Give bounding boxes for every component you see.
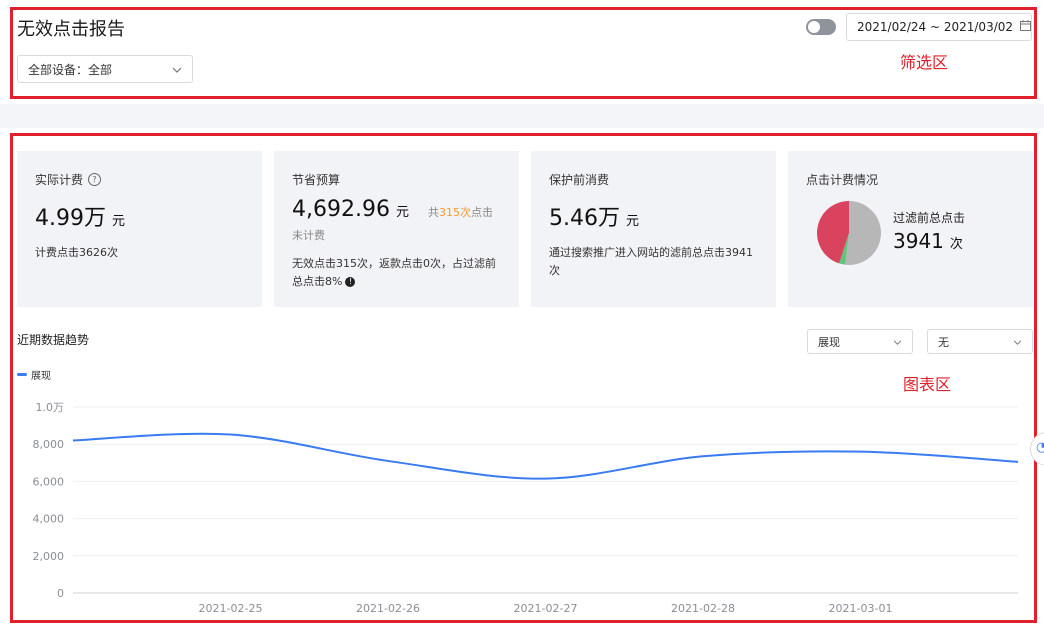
card-saved-budget: 节省预算 4,692.96元 共315次点击未计费 无效点击315次，返款点击0… [274, 151, 519, 307]
card-label: 点击计费情况 [806, 171, 1015, 188]
filter-region-label: 筛选区 [900, 49, 948, 73]
pie-label: 过滤前总点击 [893, 209, 965, 226]
y-tick-label: 4,000 [33, 513, 65, 526]
x-tick-label: 2021-02-26 [356, 602, 420, 615]
card-subnote-prefix: 共 [428, 206, 439, 219]
x-tick-label: 2021-02-25 [199, 602, 263, 615]
x-tick-label: 2021-02-28 [671, 602, 735, 615]
y-tick-label: 8,000 [33, 438, 65, 451]
series-line[interactable] [73, 434, 1018, 479]
trend-title: 近期数据趋势 [17, 331, 89, 348]
pie-value: 3941 [893, 229, 944, 253]
x-tick-label: 2021-03-01 [829, 602, 893, 615]
card-value: 4.99万 [35, 206, 106, 231]
legend-swatch [17, 373, 27, 376]
y-tick-label: 0 [57, 587, 64, 600]
page-title: 无效点击报告 [17, 15, 125, 41]
compare-select[interactable]: 无 [927, 329, 1033, 354]
card-unit: 元 [396, 205, 409, 220]
card-pre-protection-cost: 保护前消费 5.46万元 通过搜索推广进入网站的滤前总点击3941次 [531, 151, 776, 307]
card-unit: 元 [626, 214, 639, 229]
card-unit: 元 [112, 214, 125, 229]
x-tick-label: 2021-02-27 [514, 602, 578, 615]
card-click-billing: 点击计费情况 过滤前总点击 3941 次 [788, 151, 1033, 307]
pie-slice[interactable] [845, 201, 881, 265]
help-icon[interactable]: ? [88, 173, 101, 186]
chevron-down-icon [893, 335, 902, 348]
chevron-down-icon [172, 62, 182, 76]
chart-legend[interactable]: 展现 [17, 367, 51, 382]
card-value: 4,692.96 [292, 197, 390, 222]
chart-icon: ◔ [1036, 440, 1044, 455]
card-label-row: 实际计费 ? [35, 171, 244, 188]
card-note: 计费点击3626次 [35, 244, 244, 262]
metric-select-value: 展现 [818, 334, 840, 350]
date-range-value: 2021/02/24 ~ 2021/03/02 [857, 20, 1013, 34]
legend-label: 展现 [31, 367, 51, 382]
compare-toggle[interactable] [806, 19, 836, 35]
pie-value-row: 3941 次 [893, 229, 963, 253]
card-detail: 无效点击315次，返款点击0次，占过滤前总点击8% [292, 257, 496, 288]
card-label: 实际计费 [35, 171, 83, 188]
card-label: 节省预算 [292, 171, 501, 188]
y-tick-label: 2,000 [33, 550, 65, 563]
card-actual-cost: 实际计费 ? 4.99万元 计费点击3626次 [17, 151, 262, 307]
card-subnote-highlight: 315次 [439, 206, 471, 219]
pie-unit: 次 [950, 237, 963, 252]
y-tick-label: 1.0万 [36, 401, 65, 414]
device-select-value: 全部设备：全部 [28, 61, 112, 78]
y-tick-label: 6,000 [33, 475, 65, 488]
device-select[interactable]: 全部设备：全部 [17, 55, 193, 83]
card-detail-row: 无效点击315次，返款点击0次，占过滤前总点击8%! [292, 255, 501, 291]
card-value-row: 5.46万元 [549, 200, 758, 232]
calendar-icon [1020, 20, 1031, 34]
card-value-row: 4.99万元 [35, 200, 244, 232]
metric-select[interactable]: 展现 [807, 329, 913, 354]
card-value: 5.46万 [549, 206, 620, 231]
compare-select-value: 无 [938, 334, 949, 350]
billing-pie-chart [817, 201, 881, 265]
card-label: 保护前消费 [549, 171, 758, 188]
card-value-row: 4,692.96元 共315次点击未计费 [292, 200, 501, 245]
chevron-down-icon [1013, 335, 1022, 348]
info-icon[interactable]: ! [345, 277, 355, 287]
card-note: 通过搜索推广进入网站的滤前总点击3941次 [549, 244, 758, 280]
date-range-picker[interactable]: 2021/02/24 ~ 2021/03/02 [846, 13, 1032, 41]
trend-line-chart: 0 2,000 4,000 6,000 8,000 1.0万 2021-02-25 2021… [0, 390, 1030, 620]
